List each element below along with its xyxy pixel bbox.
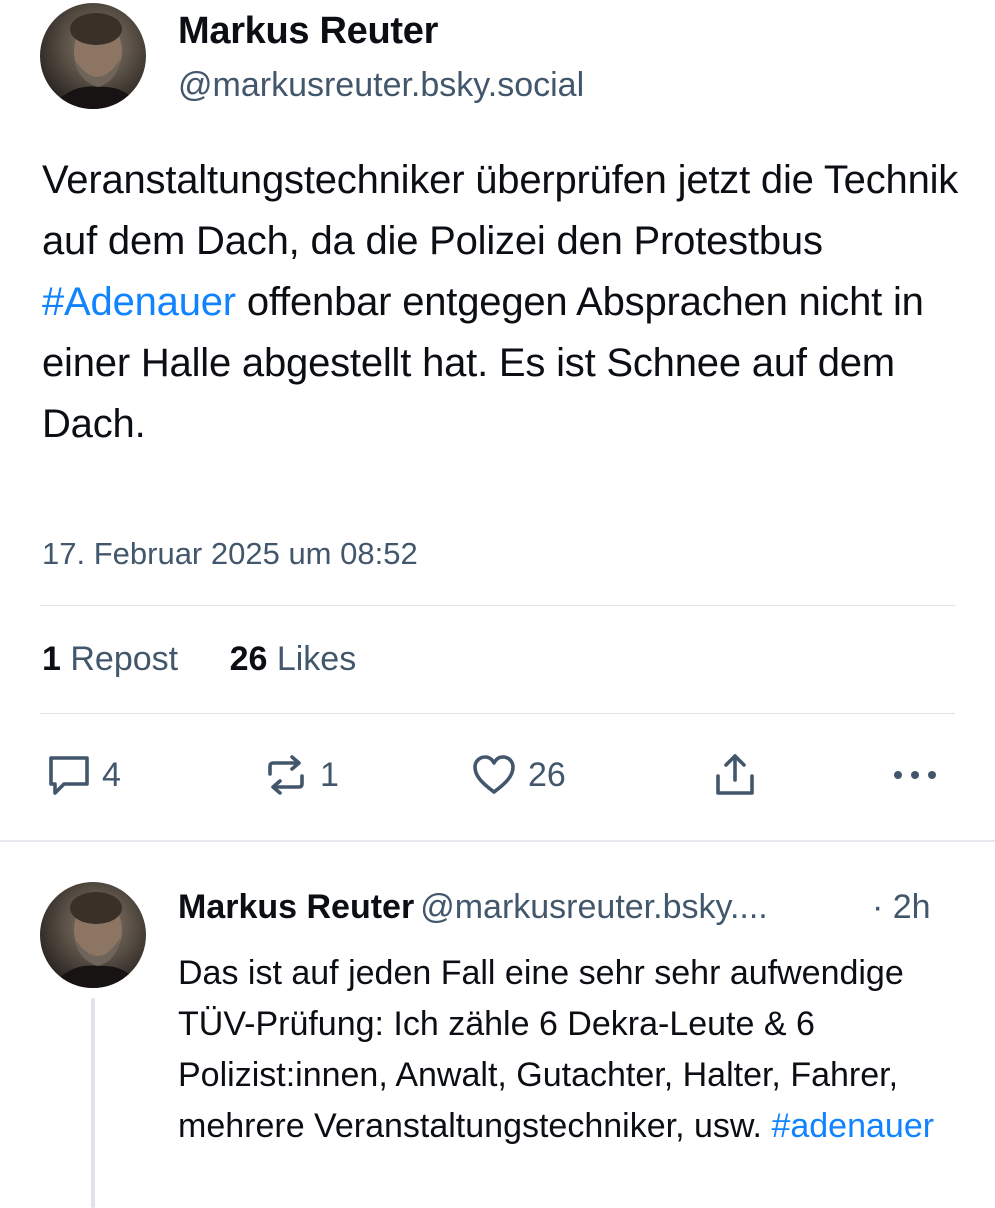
likes-label: Likes: [276, 640, 357, 678]
likes-count: 26: [229, 640, 268, 678]
reply-author-handle[interactable]: @markusreuter.bsky....: [420, 888, 768, 926]
post-text: Veranstaltungstechniker überprüfen jetzt…: [42, 150, 962, 455]
more-icon: [894, 771, 936, 779]
repost-icon: [268, 755, 304, 795]
reply-author-avatar[interactable]: [40, 882, 146, 988]
reposts-count: 1: [42, 640, 61, 678]
more-options-button[interactable]: [890, 752, 940, 798]
repost-button[interactable]: 1: [262, 752, 339, 798]
like-count: 26: [528, 755, 566, 794]
post-text-start: Veranstaltungstechniker überprüfen jetzt…: [42, 158, 959, 263]
section-divider: [0, 840, 995, 842]
divider: [40, 605, 955, 606]
post-timestamp: 17. Februar 2025 um 08:52: [42, 536, 418, 571]
hashtag-link[interactable]: #Adenauer: [42, 280, 236, 324]
post-stats: 1 Repost 26 Likes: [42, 640, 356, 679]
divider: [40, 713, 955, 714]
reply-header: Markus Reuter @markusreuter.bsky....: [178, 888, 768, 927]
avatar-photo: [50, 892, 140, 988]
reply-count: 4: [102, 755, 121, 794]
avatar-photo: [50, 13, 140, 109]
reply-button[interactable]: 4: [46, 752, 121, 798]
reply-hashtag-link[interactable]: #adenauer: [771, 1107, 934, 1145]
reply-text[interactable]: Das ist auf jeden Fall eine sehr sehr au…: [178, 948, 968, 1152]
reposts-label: Repost: [70, 640, 179, 678]
author-name[interactable]: Markus Reuter: [178, 10, 438, 53]
reply-time: · 2h: [872, 888, 931, 926]
share-button[interactable]: [712, 752, 758, 798]
author-handle[interactable]: @markusreuter.bsky.social: [178, 66, 584, 105]
repost-count: 1: [320, 755, 339, 794]
likes-stat[interactable]: 26 Likes: [230, 640, 357, 679]
reply-author-name[interactable]: Markus Reuter: [178, 888, 414, 926]
chat-bubble-icon: [49, 756, 89, 795]
author-avatar[interactable]: [40, 3, 146, 109]
reposts-stat[interactable]: 1 Repost: [42, 640, 178, 679]
like-button[interactable]: 26: [470, 752, 566, 798]
heart-icon: [473, 755, 515, 794]
thread-line: [91, 998, 95, 1208]
share-icon: [716, 754, 754, 795]
